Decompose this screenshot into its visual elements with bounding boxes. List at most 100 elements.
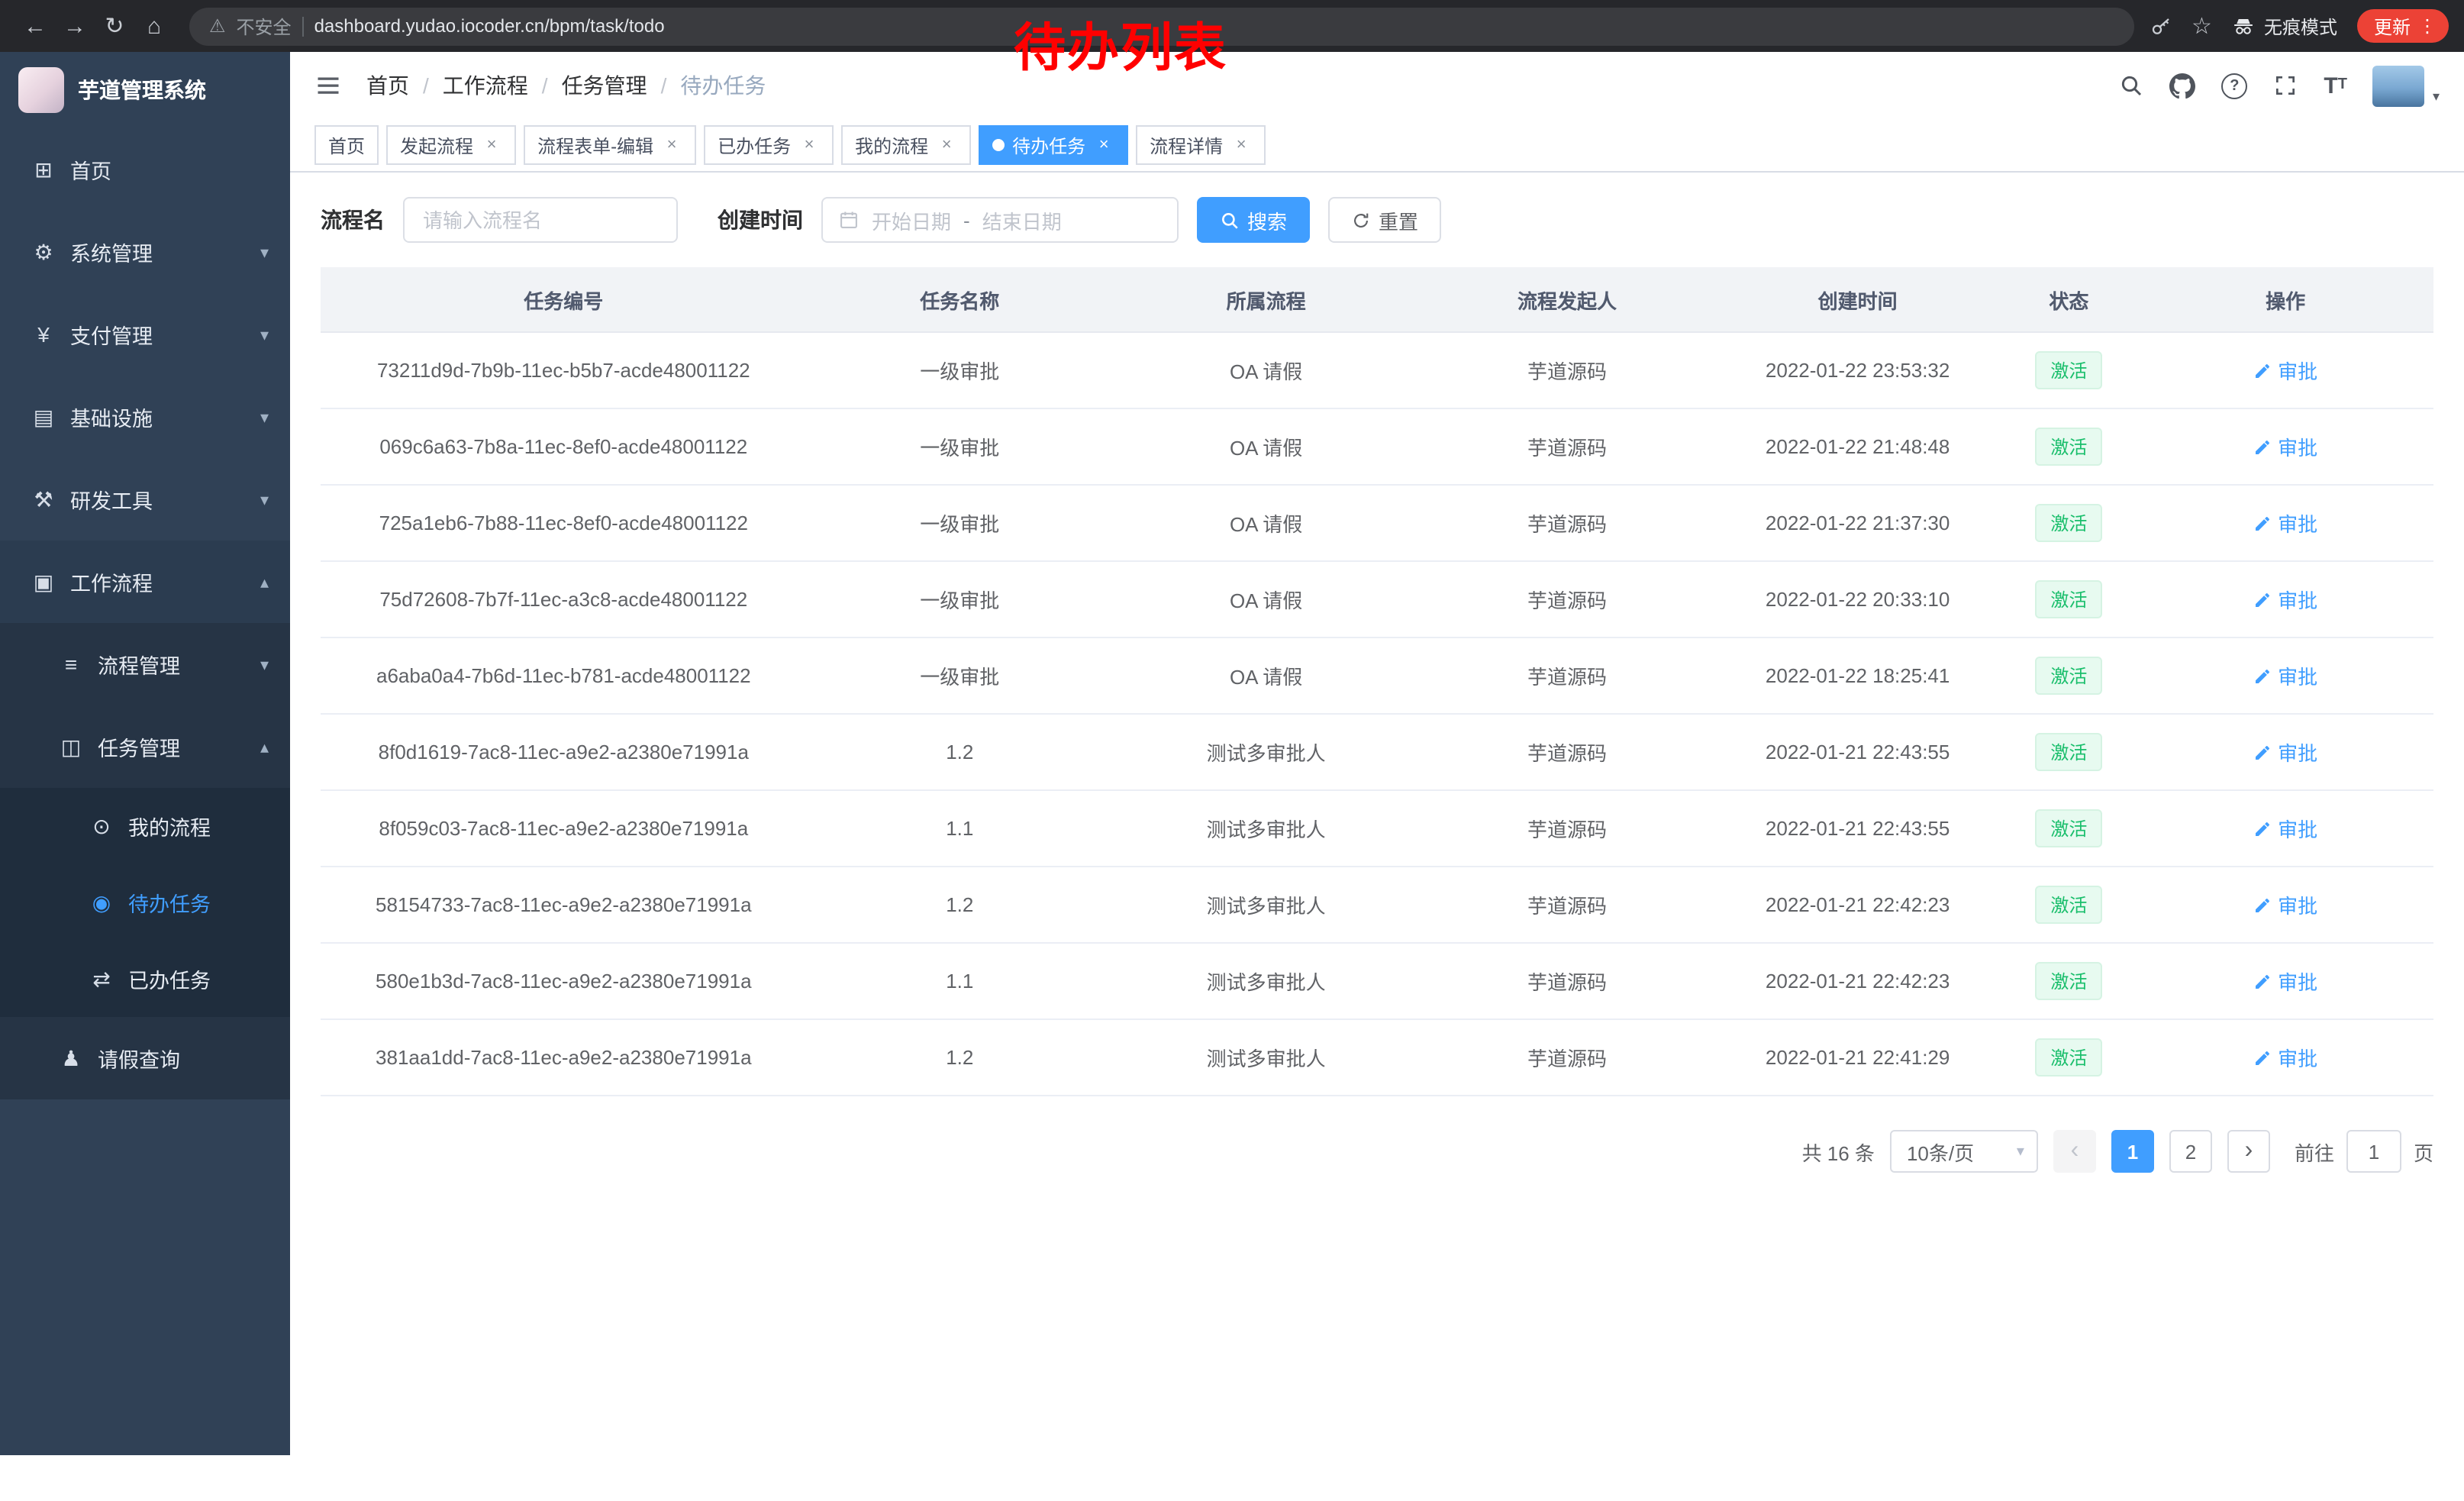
approve-link[interactable]: 审批 (2253, 661, 2317, 690)
browser-home-button[interactable]: ⌂ (134, 6, 174, 46)
cell-actions: 审批 (2137, 790, 2433, 867)
close-tab-icon[interactable]: × (1093, 134, 1114, 156)
fullscreen-icon[interactable] (2273, 73, 2298, 98)
sidebar-item-my-process[interactable]: ⊙ 我的流程 (0, 788, 290, 864)
table-row: a6aba0a4-7b6d-11ec-b781-acde48001122 一级审… (321, 638, 2433, 714)
browser-toolbar: ← → ↻ ⌂ ⚠ 不安全 dashboard.yudao.iocoder.cn… (0, 0, 2464, 52)
browser-menu-dots-icon[interactable]: ⋮ (2418, 15, 2437, 37)
breadcrumb-item-task-management[interactable]: 任务管理 (562, 70, 647, 101)
cell-process: OA 请假 (1113, 408, 1419, 485)
close-tab-icon[interactable]: × (661, 134, 682, 156)
approve-link[interactable]: 审批 (2253, 1043, 2317, 1072)
tab-initiate-process[interactable]: 发起流程 × (386, 125, 516, 165)
tab-done-task[interactable]: 已办任务 × (704, 125, 834, 165)
sidebar-item-workflow[interactable]: ▣ 工作流程 ▴ (0, 541, 290, 623)
infrastructure-icon: ▤ (31, 404, 56, 430)
font-size-icon[interactable]: TT (2324, 74, 2347, 97)
close-tab-icon[interactable]: × (936, 134, 957, 156)
sidebar-item-dev-tools[interactable]: ⚒ 研发工具 ▾ (0, 458, 290, 541)
cell-task-id: 069c6a63-7b8a-11ec-8ef0-acde48001122 (321, 408, 807, 485)
tags-view: 首页 发起流程 × 流程表单-编辑 × 已办任务 × 我的流程 × (290, 119, 2464, 173)
sidebar-item-label: 工作流程 (70, 567, 153, 597)
approve-link[interactable]: 审批 (2253, 432, 2317, 461)
col-initiator: 流程发起人 (1419, 267, 1715, 332)
cell-task-id: 580e1b3d-7ac8-11ec-a9e2-a2380e71991a (321, 943, 807, 1019)
sidebar-item-process-management[interactable]: ≡ 流程管理 ▾ (0, 623, 290, 705)
incognito-label: 无痕模式 (2264, 13, 2337, 39)
browser-forward-button[interactable]: → (55, 6, 95, 46)
tab-todo-task[interactable]: 待办任务 × (979, 125, 1128, 165)
collapse-sidebar-button[interactable] (314, 72, 342, 99)
filter-bar: 流程名 创建时间 开始日期 - 结束日期 搜索 (321, 197, 2433, 243)
search-icon[interactable] (2119, 73, 2143, 98)
sidebar-item-home[interactable]: ⊞ 首页 (0, 128, 290, 211)
cell-created: 2022-01-22 21:37:30 (1715, 485, 2001, 561)
sidebar-item-leave-query[interactable]: ♟ 请假查询 (0, 1017, 290, 1099)
sidebar-item-infrastructure[interactable]: ▤ 基础设施 ▾ (0, 376, 290, 458)
help-icon[interactable]: ? (2221, 73, 2247, 98)
goto-page: 前往 页 (2295, 1130, 2433, 1173)
address-bar[interactable]: ⚠ 不安全 dashboard.yudao.iocoder.cn/bpm/tas… (189, 7, 2133, 45)
breadcrumb-item-workflow[interactable]: 工作流程 (443, 70, 528, 101)
page-button-2[interactable]: 2 (2169, 1130, 2212, 1173)
user-avatar[interactable] (2373, 65, 2425, 106)
cell-created: 2022-01-22 21:48:48 (1715, 408, 2001, 485)
bookmark-star-icon[interactable]: ☆ (2191, 12, 2212, 40)
avatar-caret-icon[interactable]: ▾ (2433, 88, 2440, 105)
app-logo-image (18, 67, 64, 113)
reset-button[interactable]: 重置 (1328, 197, 1441, 243)
sidebar-item-done-task[interactable]: ⇄ 已办任务 (0, 941, 290, 1017)
sidebar-item-todo-task[interactable]: ◉ 待办任务 (0, 864, 290, 941)
tab-my-process[interactable]: 我的流程 × (841, 125, 971, 165)
approve-link[interactable]: 审批 (2253, 508, 2317, 537)
approve-link[interactable]: 审批 (2253, 738, 2317, 767)
cell-process: OA 请假 (1113, 485, 1419, 561)
date-range-picker[interactable]: 开始日期 - 结束日期 (821, 197, 1179, 243)
page-size-select[interactable]: 10条/页 ▾ (1890, 1130, 2038, 1173)
status-badge: 激活 (2035, 428, 2102, 466)
yen-icon: ¥ (31, 322, 56, 347)
app-logo-row[interactable]: 芋道管理系统 (0, 52, 290, 128)
browser-reload-button[interactable]: ↻ (95, 6, 134, 46)
close-tab-icon[interactable]: × (1230, 134, 1252, 156)
cell-task-id: 73211d9d-7b9b-11ec-b5b7-acde48001122 (321, 332, 807, 408)
sidebar-item-label: 任务管理 (98, 731, 180, 762)
breadcrumb-item-home[interactable]: 首页 (366, 70, 409, 101)
edit-icon (2253, 972, 2272, 990)
close-tab-icon[interactable]: × (798, 134, 820, 156)
close-tab-icon[interactable]: × (481, 134, 502, 156)
password-key-icon[interactable] (2149, 15, 2172, 37)
sidebar-item-task-management[interactable]: ◫ 任务管理 ▴ (0, 705, 290, 788)
search-button[interactable]: 搜索 (1197, 197, 1310, 243)
cell-actions: 审批 (2137, 867, 2433, 943)
github-icon[interactable] (2169, 73, 2195, 98)
page-button-1[interactable]: 1 (2111, 1130, 2154, 1173)
tab-process-detail[interactable]: 流程详情 × (1136, 125, 1266, 165)
my-process-icon: ⊙ (89, 813, 114, 839)
cell-task-id: 381aa1dd-7ac8-11ec-a9e2-a2380e71991a (321, 1019, 807, 1096)
incognito-badge: 无痕模式 (2232, 13, 2337, 39)
approve-link[interactable]: 审批 (2253, 890, 2317, 919)
sidebar-item-payment-management[interactable]: ¥ 支付管理 ▾ (0, 293, 290, 376)
prev-page-button[interactable]: ‹ (2053, 1130, 2096, 1173)
next-page-button[interactable]: › (2227, 1130, 2270, 1173)
browser-back-button[interactable]: ← (15, 6, 55, 46)
update-button[interactable]: 更新 ⋮ (2357, 9, 2449, 43)
approve-link[interactable]: 审批 (2253, 814, 2317, 843)
tab-process-form-edit[interactable]: 流程表单-编辑 × (524, 125, 696, 165)
cell-actions: 审批 (2137, 714, 2433, 790)
address-bar-divider (302, 16, 304, 36)
approve-link[interactable]: 审批 (2253, 967, 2317, 996)
start-date-placeholder: 开始日期 (872, 205, 951, 234)
table-row: 069c6a63-7b8a-11ec-8ef0-acde48001122 一级审… (321, 408, 2433, 485)
col-task-id: 任务编号 (321, 267, 807, 332)
goto-page-input[interactable] (2346, 1130, 2401, 1173)
sidebar-item-system-management[interactable]: ⚙ 系统管理 ▾ (0, 211, 290, 293)
sidebar-item-label: 系统管理 (70, 237, 153, 267)
security-warning-icon: ⚠ (209, 15, 226, 37)
process-name-input[interactable] (403, 197, 678, 243)
approve-link[interactable]: 审批 (2253, 356, 2317, 385)
approve-link[interactable]: 审批 (2253, 585, 2317, 614)
tab-home[interactable]: 首页 (314, 125, 379, 165)
active-tab-dot (992, 139, 1005, 151)
